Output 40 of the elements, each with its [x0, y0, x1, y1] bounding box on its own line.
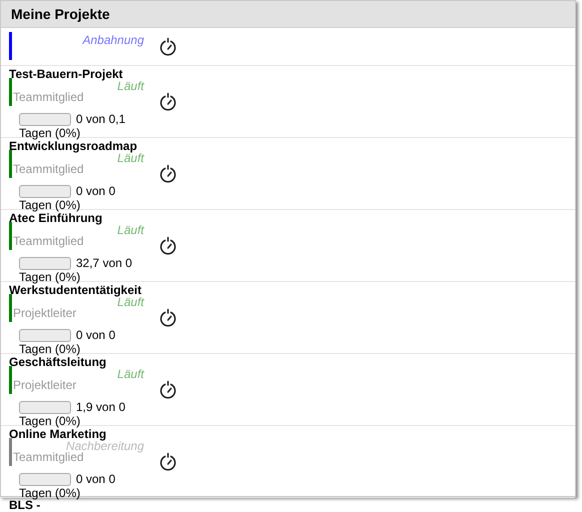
days-text: Tagen (0%)	[18, 414, 82, 428]
status-label: Läuft	[116, 224, 144, 236]
project-title[interactable]: BLS -	[1, 499, 575, 511]
role-label: Teammitglied	[13, 90, 85, 104]
days-text: Tagen (0%)	[18, 342, 82, 356]
stopwatch-icon[interactable]	[159, 380, 177, 400]
stopwatch-icon[interactable]	[159, 452, 177, 472]
role-label: Projektleiter	[13, 378, 78, 392]
status-label: Anbahnung	[81, 34, 144, 46]
stopwatch-icon[interactable]	[159, 36, 177, 56]
status-label: Läuft	[117, 296, 144, 308]
status-label: Läuft	[117, 80, 144, 92]
progress-text: 32,7 von 0	[76, 256, 132, 270]
project-title[interactable]: Online Marketing	[1, 428, 151, 440]
status-label: Läuft	[116, 368, 144, 380]
days-text: Tagen (0%)	[18, 270, 82, 284]
status-label: Nachbereitung	[66, 440, 144, 452]
project-title[interactable]: Test-Bauern-Projekt	[1, 68, 151, 80]
days-text: Tagen (0%)	[18, 126, 82, 140]
role-label: Teammitglied	[13, 162, 85, 176]
role-label: Teammitglied	[13, 450, 84, 464]
stopwatch-icon[interactable]	[159, 236, 177, 256]
stopwatch-icon[interactable]	[159, 92, 177, 112]
panel-title: Meine Projekte	[11, 6, 110, 22]
progress-text: 0 von 0	[76, 328, 116, 342]
days-text: Tagen (0%)	[18, 198, 82, 212]
progress-text: 1,9 von 0	[76, 400, 126, 414]
project-title[interactable]: Atec Einführung	[1, 212, 151, 224]
status-label: Läuft	[117, 152, 144, 164]
progress-text: 0 von 0	[76, 184, 116, 198]
role-label: Teammitglied	[13, 234, 85, 248]
stopwatch-icon[interactable]	[159, 308, 177, 328]
project-title[interactable]: Entwicklungsroadmap	[1, 140, 151, 152]
progress-text: 0 von 0,1	[76, 112, 126, 126]
days-text: Tagen (0%)	[18, 486, 82, 500]
project-title[interactable]: Werkstudententätigkeit	[1, 284, 151, 296]
stopwatch-icon[interactable]	[159, 164, 177, 184]
role-label: Projektleiter	[13, 306, 78, 320]
progress-text: 0 von 0	[76, 472, 116, 486]
project-title[interactable]: Geschäftsleitung	[1, 356, 151, 368]
